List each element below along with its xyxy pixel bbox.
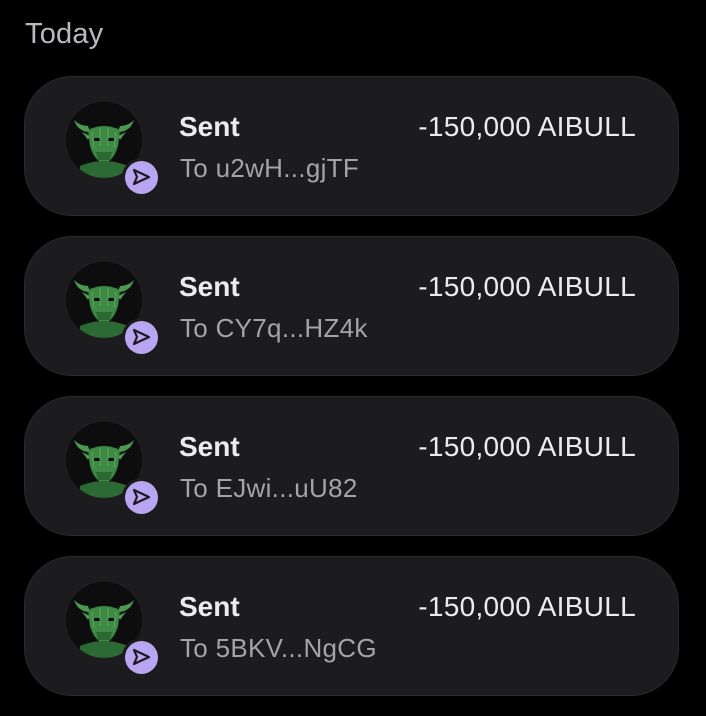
section-title-today: Today xyxy=(25,18,104,50)
send-arrow-icon xyxy=(132,328,151,346)
transaction-item[interactable]: Sent To 5BKV...NgCG -150,000 AIBULL xyxy=(24,556,679,696)
transaction-recipient: To 5BKV...NgCG xyxy=(180,633,377,663)
transaction-amount: -150,000 AIBULL xyxy=(418,591,636,622)
transaction-item[interactable]: Sent To CY7q...HZ4k -150,000 AIBULL xyxy=(24,236,679,376)
send-arrow-icon xyxy=(132,648,151,666)
send-badge xyxy=(122,318,160,356)
transaction-type: Sent xyxy=(179,431,240,462)
send-badge xyxy=(122,638,160,676)
transaction-recipient: To CY7q...HZ4k xyxy=(180,313,368,343)
transaction-recipient: To EJwi...uU82 xyxy=(180,473,358,503)
transaction-item[interactable]: Sent To u2wH...gjTF -150,000 AIBULL xyxy=(24,76,679,216)
send-arrow-icon xyxy=(132,488,151,506)
transaction-type: Sent xyxy=(179,271,240,302)
transaction-amount: -150,000 AIBULL xyxy=(418,111,636,142)
transaction-amount: -150,000 AIBULL xyxy=(418,271,636,302)
transaction-amount: -150,000 AIBULL xyxy=(418,431,636,462)
transaction-type: Sent xyxy=(179,111,240,142)
transaction-type: Sent xyxy=(179,591,240,622)
send-badge xyxy=(122,478,160,516)
transaction-recipient: To u2wH...gjTF xyxy=(180,153,360,183)
send-arrow-icon xyxy=(132,168,151,186)
send-badge xyxy=(122,158,160,196)
transaction-list: Sent To u2wH...gjTF -150,000 AIBULL Sent… xyxy=(24,76,679,716)
transaction-item[interactable]: Sent To EJwi...uU82 -150,000 AIBULL xyxy=(24,396,679,536)
